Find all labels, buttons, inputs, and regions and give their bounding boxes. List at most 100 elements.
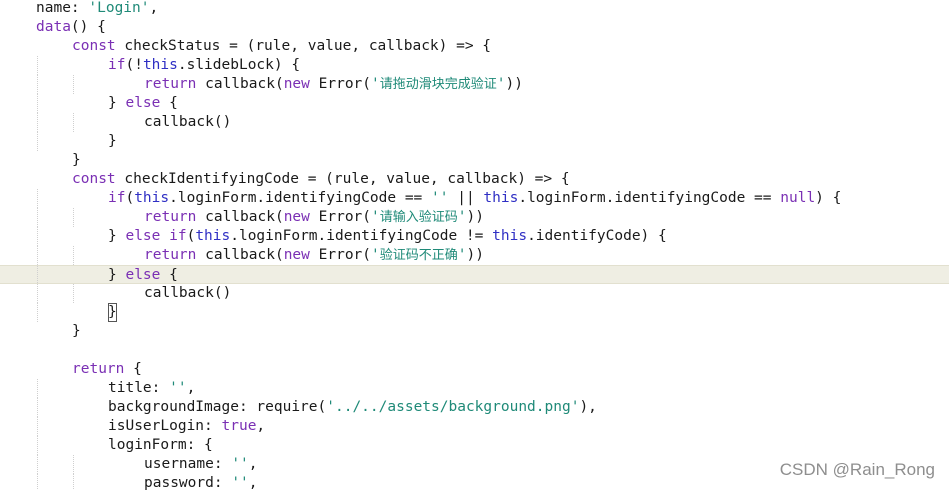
token-this: this [134, 190, 170, 206]
token-str: ' [371, 76, 380, 92]
token-prop: username [144, 456, 214, 472]
code-line[interactable]: callback() [0, 113, 949, 132]
token-str: '' [231, 475, 249, 490]
code-line[interactable]: return callback(new Error('请拖动滑块完成验证')) [0, 75, 949, 94]
token-op: callback( [196, 76, 284, 92]
code-line[interactable]: } [0, 132, 949, 151]
code-line[interactable]: const checkStatus = (rule, value, callba… [0, 37, 949, 56]
code-line[interactable]: } else { [0, 94, 949, 113]
token-fn: data [36, 19, 71, 35]
token-kw: const [72, 171, 116, 187]
token-str: ' [457, 209, 467, 225]
code-line[interactable]: data() { [0, 18, 949, 37]
code-line[interactable]: name: 'Login', [0, 0, 949, 18]
token-op: } [72, 152, 81, 168]
token-op: , [248, 475, 258, 490]
token-kw: else [125, 267, 161, 283]
indent-guide [73, 75, 74, 94]
token-op: : { [186, 437, 213, 453]
token-op: , [186, 380, 196, 396]
code-text: } [108, 132, 117, 151]
code-line[interactable]: if(this.loginForm.identifyingCode == '' … [0, 189, 949, 208]
token-op: : require( [238, 399, 327, 415]
token-op: (! [125, 57, 143, 73]
indent-guide [37, 132, 38, 151]
code-text: isUserLogin: true, [108, 417, 265, 436]
indent-guide [37, 398, 38, 417]
token-kw: else if [125, 228, 187, 244]
token-op: callback( [196, 247, 284, 263]
token-str: ' [371, 247, 380, 263]
indent-guide [73, 284, 74, 303]
code-line[interactable]: const checkIdentifyingCode = (rule, valu… [0, 170, 949, 189]
code-line[interactable]: } [0, 322, 949, 341]
token-str: ' [496, 76, 506, 92]
token-prop: name [36, 0, 71, 16]
token-op: { [124, 361, 142, 377]
token-kw: else [125, 95, 161, 111]
token-kw: return [144, 209, 197, 225]
token-op: )) [505, 76, 523, 92]
code-line[interactable]: } [0, 303, 949, 322]
code-line[interactable]: return callback(new Error('验证码不正确')) [0, 246, 949, 265]
token-kw: new [283, 209, 310, 225]
token-prop: isUserLogin [108, 418, 205, 434]
code-text: username: '', [144, 455, 258, 474]
code-text: } else { [108, 266, 178, 285]
token-op: Error( [309, 209, 372, 225]
token-this: this [195, 228, 231, 244]
token-op: callback() [144, 285, 232, 301]
code-line[interactable]: callback() [0, 284, 949, 303]
code-text: callback() [144, 284, 231, 303]
code-line[interactable]: return { [0, 360, 949, 379]
indent-guide [37, 417, 38, 436]
code-line[interactable]: } else if(this.loginForm.identifyingCode… [0, 227, 949, 246]
token-str: '../../assets/background.png' [326, 399, 580, 415]
code-text: return callback(new Error('请输入验证码')) [144, 208, 484, 227]
indent-guide [73, 474, 74, 490]
token-op: ) { [815, 190, 842, 206]
token-op: } [108, 95, 126, 111]
indent-guide [37, 227, 38, 246]
code-editor[interactable]: name: 'Login', data() {const checkStatus … [0, 0, 949, 490]
token-str: ' [457, 247, 467, 263]
token-kw: if [108, 57, 126, 73]
token-cjk: 请拖动滑块完成验证 [379, 77, 497, 92]
token-op: callback() [144, 114, 232, 130]
token-this: this [492, 228, 528, 244]
token-op: )) [466, 247, 484, 263]
token-op: ( [125, 190, 135, 206]
token-op: : [70, 0, 89, 16]
code-line[interactable]: backgroundImage: require('../../assets/b… [0, 398, 949, 417]
token-kw: new [283, 247, 310, 263]
token-op: ), [579, 399, 597, 415]
watermark: CSDN @Rain_Rong [779, 460, 935, 479]
indent-guide [37, 208, 38, 227]
token-null: true [221, 418, 257, 434]
code-text: title: '', [108, 379, 195, 398]
code-line[interactable]: } else { [0, 265, 949, 285]
code-line[interactable]: if(!this.slidebLock) { [0, 56, 949, 75]
code-text: } [108, 303, 117, 322]
indent-guide [37, 113, 38, 132]
code-text: password: '', [144, 474, 258, 490]
token-this: this [142, 57, 178, 73]
code-text: const checkStatus = (rule, value, callba… [72, 37, 491, 56]
token-op: , [256, 418, 266, 434]
code-text: const checkIdentifyingCode = (rule, valu… [72, 170, 570, 189]
indent-guide [37, 266, 38, 285]
token-op: ( [186, 228, 196, 244]
code-line[interactable] [0, 341, 949, 360]
code-text: callback() [144, 113, 231, 132]
code-line[interactable]: loginForm: { [0, 436, 949, 455]
code-line[interactable]: } [0, 151, 949, 170]
code-line[interactable]: isUserLogin: true, [0, 417, 949, 436]
code-line[interactable]: return callback(new Error('请输入验证码')) [0, 208, 949, 227]
token-kw: return [72, 361, 125, 377]
token-kw: new [283, 76, 310, 92]
token-kw: return [144, 247, 197, 263]
indent-guide [37, 455, 38, 474]
token-op: Error( [309, 247, 372, 263]
code-line[interactable]: title: '', [0, 379, 949, 398]
indent-guide [37, 246, 38, 265]
